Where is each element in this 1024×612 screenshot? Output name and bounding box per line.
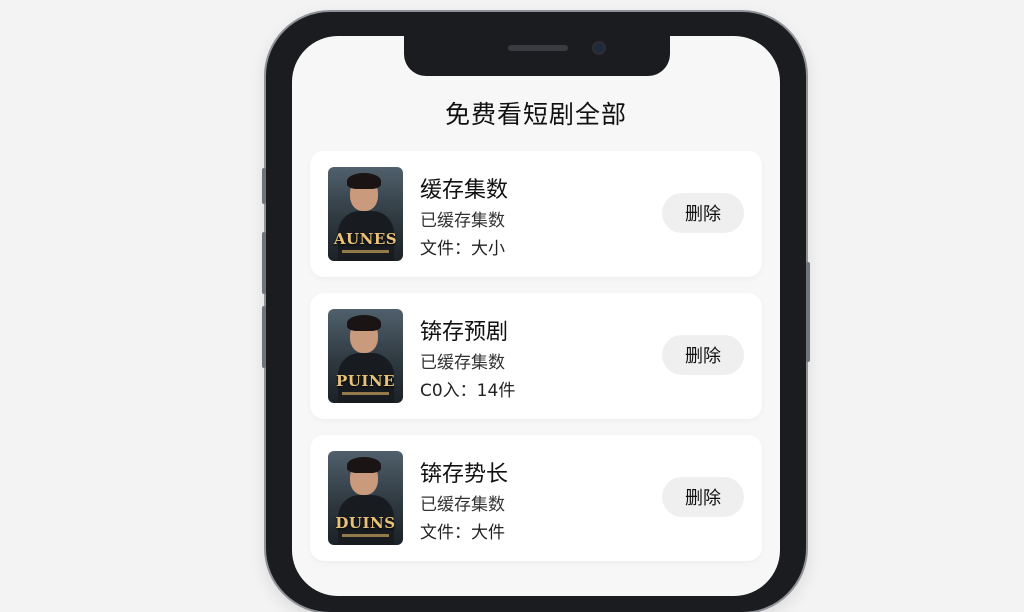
volume-up-button (262, 232, 266, 294)
file-size-label: 文件：大件 (420, 523, 505, 543)
delete-button[interactable]: 删除 (662, 477, 744, 517)
poster-figure-hair (347, 457, 381, 473)
file-size-label: 文件：大小 (420, 239, 505, 259)
item-title: 缓存集数 (420, 178, 509, 203)
drama-poster-thumbnail[interactable]: PUINE (328, 309, 403, 403)
download-item[interactable]: DUINS 锛存势长 已缓存集数 文件：大件 删除 (310, 435, 762, 561)
cached-episodes-label: 已缓存集数 (420, 495, 505, 515)
poster-subtitle-bar (342, 392, 389, 395)
download-item[interactable]: AUNES 缓存集数 已缓存集数 文件：大小 删除 (310, 151, 762, 277)
power-button (806, 262, 810, 362)
poster-figure-hair (347, 315, 381, 331)
cached-episodes-label: 已缓存集数 (420, 353, 505, 373)
poster-title: DUINS (335, 514, 396, 532)
drama-poster-thumbnail[interactable]: DUINS (328, 451, 403, 545)
page-title: 免费看短剧全部 (444, 100, 627, 129)
item-title: 锛存预剧 (420, 320, 509, 345)
camera-icon (592, 41, 606, 55)
delete-button[interactable]: 删除 (662, 335, 744, 375)
poster-subtitle-bar (342, 250, 389, 253)
volume-down-button (262, 306, 266, 368)
cached-episodes-label: 已缓存集数 (420, 211, 505, 231)
drama-poster-thumbnail[interactable]: AUNES (328, 167, 403, 261)
mute-switch (262, 168, 266, 204)
speaker-grille (508, 45, 568, 51)
poster-subtitle-bar (342, 534, 389, 537)
download-item[interactable]: PUINE 锛存预剧 已缓存集数 C0入：14件 删除 (310, 293, 762, 419)
file-size-label: C0入：14件 (420, 381, 516, 401)
app-screen: 免费看短剧全部 AUNES 缓存集数 已缓存集数 文件：大小 删除 PUINE … (292, 36, 780, 596)
poster-title: PUINE (335, 372, 396, 390)
item-title: 锛存势长 (420, 462, 509, 487)
delete-button[interactable]: 删除 (662, 193, 744, 233)
poster-title: AUNES (333, 230, 398, 248)
notch (404, 36, 670, 76)
poster-figure-hair (347, 173, 381, 189)
